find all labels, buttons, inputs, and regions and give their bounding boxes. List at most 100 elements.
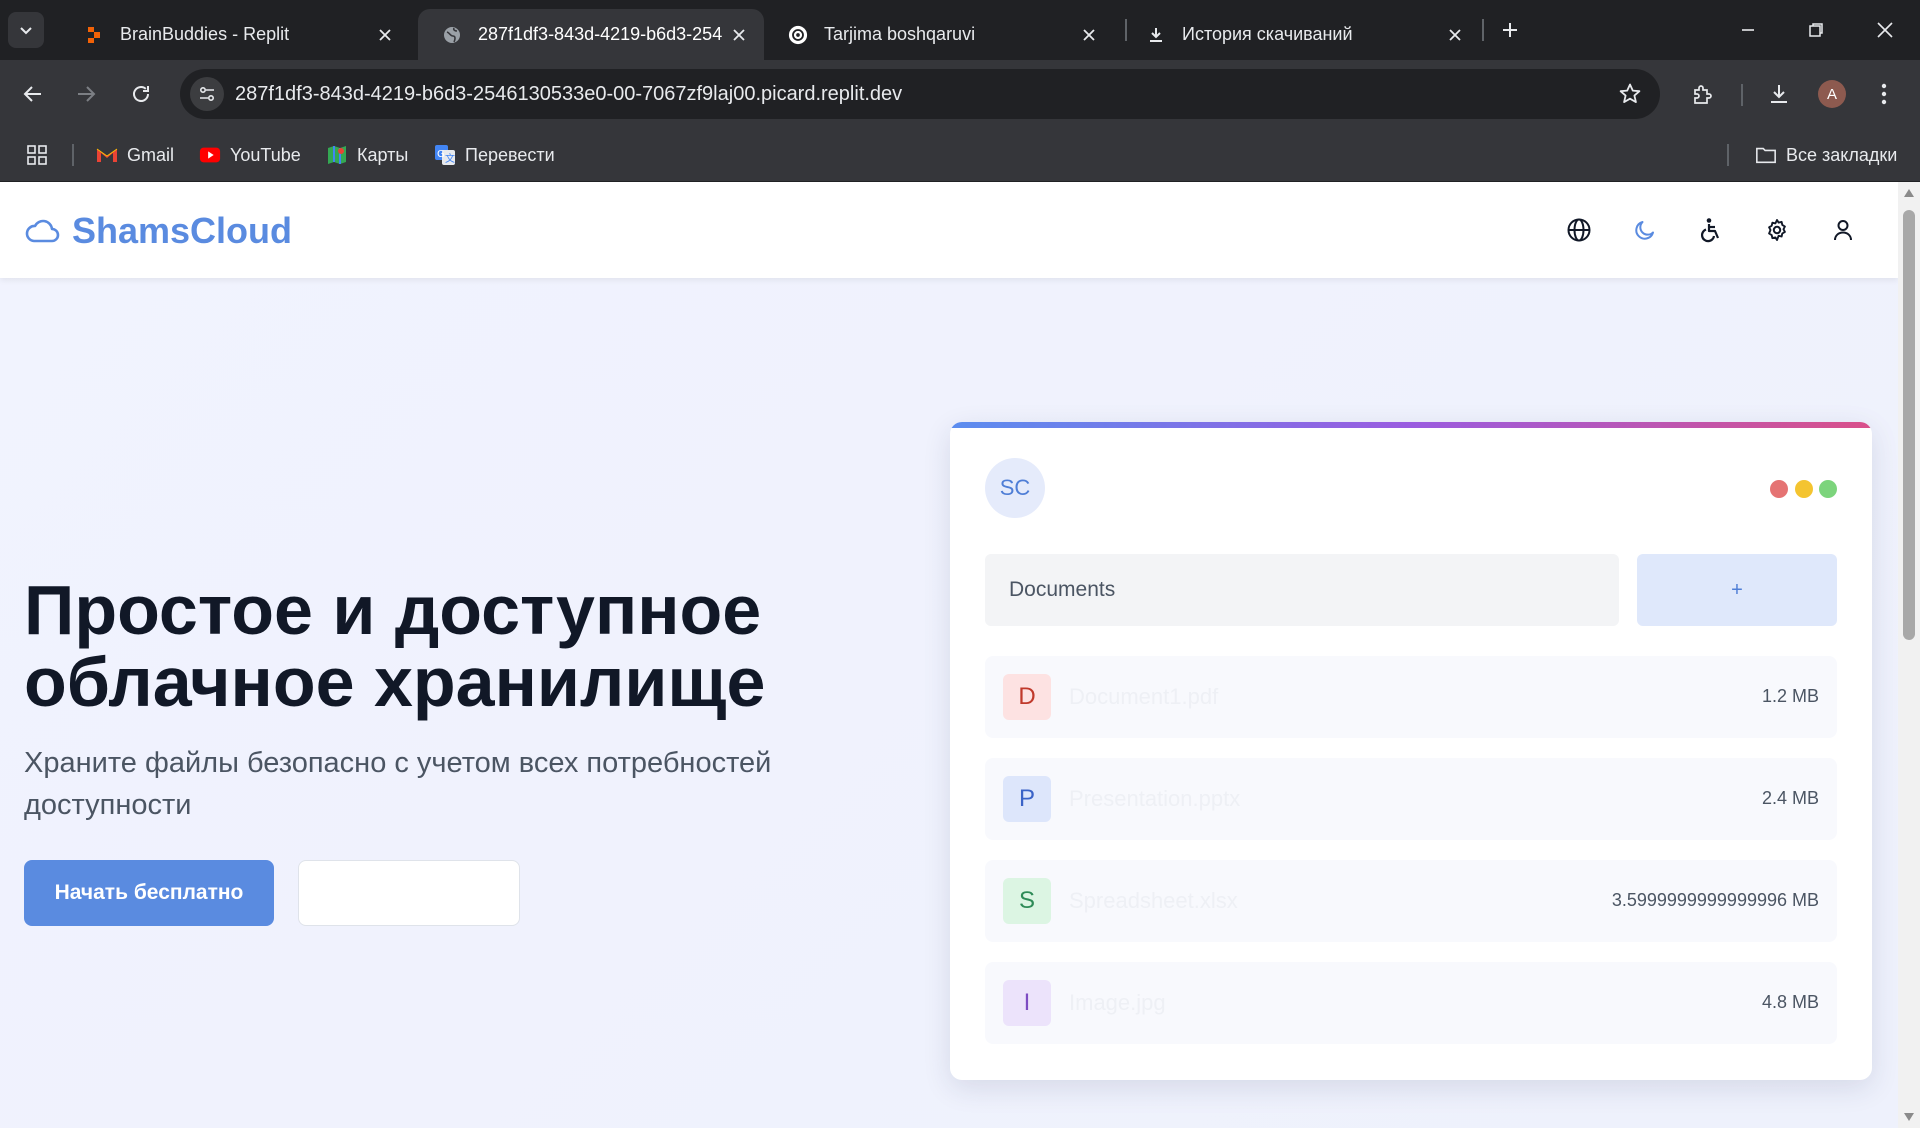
site-info-button[interactable] [190, 77, 224, 111]
scrollbar-thumb[interactable] [1903, 210, 1915, 640]
tab-tarjima[interactable]: Tarjima boshqaruvi [764, 9, 1114, 60]
maps-icon [326, 144, 348, 166]
file-row[interactable]: D Document1.pdf 1.2 MB [985, 656, 1837, 738]
scroll-up-arrow-icon[interactable] [1903, 188, 1915, 198]
file-name: Image.jpg [1069, 990, 1166, 1015]
arrow-right-icon [78, 86, 96, 102]
back-button[interactable] [15, 76, 51, 112]
file-type-badge: P [1003, 776, 1051, 822]
file-row[interactable]: P Presentation.pptx 2.4 MB [985, 758, 1837, 840]
profile-avatar[interactable]: A [1818, 80, 1846, 108]
file-name: Document1.pdf [1069, 684, 1219, 709]
address-bar[interactable]: 287f1df3-843d-4219-b6d3-2546130533e0-00-… [180, 69, 1660, 119]
brand-name: ShamsCloud [72, 210, 293, 251]
window-dot-green [1819, 480, 1837, 498]
extensions-button[interactable] [1685, 76, 1721, 112]
bookmark-label: Перевести [465, 144, 555, 165]
bookmark-separator [1727, 144, 1729, 166]
restore-icon [1809, 23, 1823, 37]
close-window-button[interactable] [1862, 8, 1908, 52]
cloud-icon [25, 219, 60, 243]
gear-icon [1768, 219, 1786, 241]
forward-button[interactable] [68, 76, 104, 112]
new-tab-button[interactable] [1492, 12, 1528, 48]
tab-title: Tarjima boshqaruvi [824, 24, 976, 44]
hero-title-line1: Простое и доступное [24, 571, 762, 649]
bookmark-label: Gmail [127, 144, 175, 165]
hero-title-line2: облачное хранилище [24, 643, 766, 721]
bookmark-label: YouTube [230, 144, 301, 165]
translate-icon: G文 [434, 144, 456, 166]
minimize-button[interactable] [1725, 8, 1771, 52]
all-bookmarks-button[interactable]: Все закладки [1755, 140, 1897, 170]
file-size: 1.2 MB [1761, 686, 1819, 706]
file-size: 4.8 MB [1761, 992, 1819, 1012]
close-tab-icon[interactable] [724, 20, 754, 50]
window-dot-yellow [1795, 480, 1813, 498]
openai-icon [788, 25, 808, 45]
apps-grid-icon [27, 145, 47, 165]
file-row[interactable]: S Spreadsheet.xlsx 3.5999999999999996 MB [985, 860, 1837, 942]
plus-icon [1503, 23, 1517, 37]
page-scrollbar[interactable] [1898, 182, 1920, 1128]
tab-brainbuddies[interactable]: BrainBuddies - Replit [60, 9, 410, 60]
tab-replit-app[interactable]: 287f1df3-843d-4219-b6d3-254 [418, 9, 764, 60]
file-row[interactable]: I Image.jpg 4.8 MB [985, 962, 1837, 1044]
browser-toolbar: 287f1df3-843d-4219-b6d3-2546130533e0-00-… [0, 60, 1920, 128]
file-type-badge: S [1003, 878, 1051, 924]
window-dot-red [1770, 480, 1788, 498]
downloads-button[interactable] [1761, 76, 1797, 112]
url-text[interactable]: 287f1df3-843d-4219-b6d3-2546130533e0-00-… [235, 83, 902, 106]
accessibility-button[interactable] [1693, 212, 1729, 248]
bookmark-star-icon[interactable] [1618, 82, 1642, 111]
tab-title: История скачиваний [1182, 24, 1353, 44]
toolbar-separator [1741, 84, 1743, 106]
replit-icon [84, 25, 104, 45]
bookmark-gmail[interactable]: Gmail [96, 140, 174, 170]
restore-button[interactable] [1793, 8, 1839, 52]
file-list: D Document1.pdf 1.2 MB P Presentation.pp… [985, 656, 1837, 1064]
globe-icon [442, 25, 462, 45]
tab-downloads[interactable]: История скачиваний [1122, 9, 1480, 60]
puzzle-icon [1694, 85, 1712, 104]
tune-icon [199, 86, 215, 102]
hero-title: Простое и доступное облачное хранилище [24, 574, 904, 718]
close-tab-icon[interactable] [1440, 20, 1470, 50]
theme-toggle-button[interactable] [1627, 212, 1663, 248]
download-icon [1146, 25, 1166, 45]
secondary-button[interactable] [298, 860, 520, 926]
folder-name-field[interactable]: Documents [985, 554, 1619, 626]
apps-button[interactable] [26, 140, 48, 170]
brand-logo[interactable]: ShamsCloud [24, 210, 292, 252]
file-size: 2.4 MB [1761, 788, 1819, 808]
close-tab-icon[interactable] [1074, 20, 1104, 50]
add-file-button[interactable]: + [1637, 554, 1837, 626]
reload-button[interactable] [123, 76, 159, 112]
user-icon [1834, 220, 1852, 241]
bookmark-maps[interactable]: Карты [326, 140, 408, 170]
settings-button[interactable] [1759, 212, 1795, 248]
minimize-icon [1742, 29, 1754, 31]
bookmarks-bar: Gmail YouTube Карты G文 Перевести Все зак… [0, 128, 1920, 182]
browser-menu-button[interactable] [1866, 76, 1902, 112]
bookmark-youtube[interactable]: YouTube [199, 140, 301, 170]
bookmark-translate[interactable]: G文 Перевести [434, 140, 555, 170]
bookmark-label: Карты [357, 144, 409, 165]
close-tab-icon[interactable] [370, 20, 400, 50]
gmail-icon [96, 144, 118, 166]
tab-title: 287f1df3-843d-4219-b6d3-254 [478, 24, 723, 44]
kebab-menu-icon [1881, 83, 1887, 105]
download-icon [1771, 85, 1787, 103]
youtube-icon [199, 144, 221, 166]
tab-search-button[interactable] [8, 12, 44, 48]
account-button[interactable] [1825, 212, 1861, 248]
tab-title: BrainBuddies - Replit [120, 24, 290, 44]
scroll-down-arrow-icon[interactable] [1903, 1112, 1915, 1122]
language-button[interactable] [1561, 212, 1597, 248]
globe-icon [1567, 218, 1591, 242]
start-free-button[interactable]: Начать бесплатно [24, 860, 274, 926]
app-preview-card: SC Documents + D Document1.pdf 1.2 MB P … [950, 422, 1872, 1080]
svg-text:G: G [437, 149, 445, 160]
bookmark-separator [72, 144, 74, 166]
arrow-left-icon [23, 86, 41, 102]
